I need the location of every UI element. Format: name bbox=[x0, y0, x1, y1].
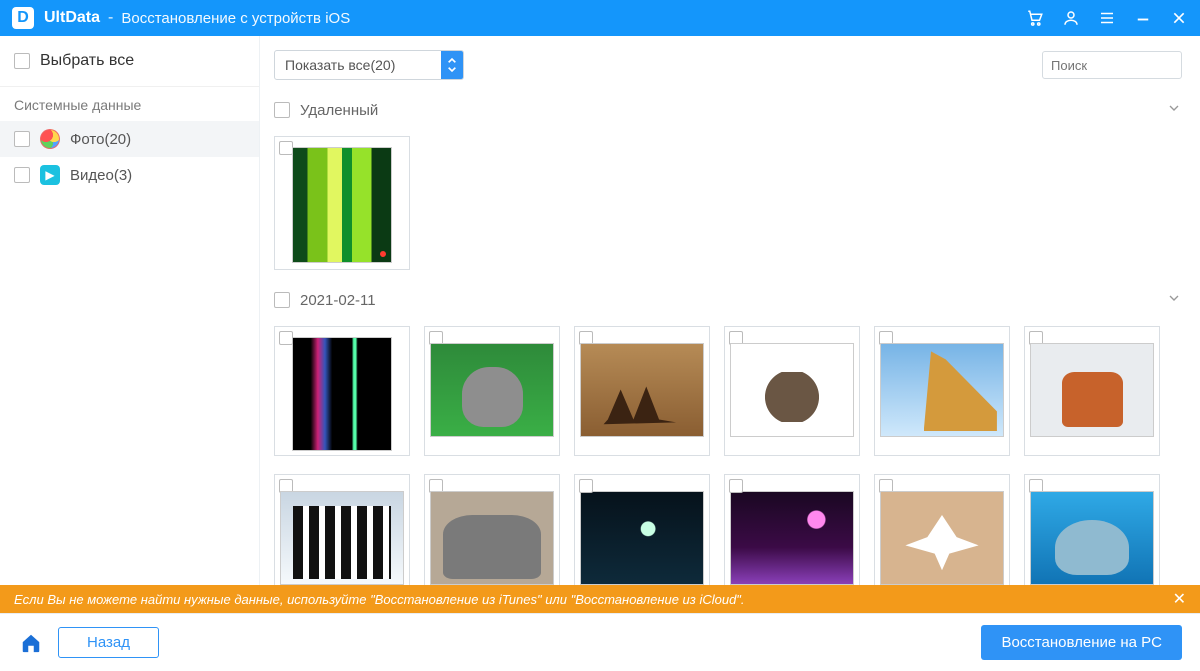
photo-thumb[interactable] bbox=[1024, 326, 1160, 456]
thumb-image bbox=[430, 343, 554, 437]
thumb-image bbox=[292, 147, 392, 263]
sidebar-category-header: Системные данные bbox=[0, 87, 259, 121]
photo-thumb[interactable] bbox=[574, 326, 710, 456]
footer: Назад Восстановление на PC bbox=[0, 613, 1200, 671]
thumb-checkbox[interactable] bbox=[279, 331, 293, 345]
sidebar-item-video[interactable]: ▶ Видео(3) bbox=[0, 157, 259, 193]
photo-thumb[interactable] bbox=[274, 474, 410, 585]
thumb-image bbox=[292, 337, 392, 451]
section-date: 2021-02-11 bbox=[274, 286, 1182, 585]
thumb-checkbox[interactable] bbox=[579, 479, 593, 493]
search-input[interactable] bbox=[1051, 58, 1200, 73]
section-title: 2021-02-11 bbox=[300, 292, 376, 309]
title-separator: - bbox=[108, 9, 113, 27]
toolbar: Показать все(20) bbox=[274, 50, 1182, 80]
photo-thumb[interactable] bbox=[1024, 474, 1160, 585]
select-all-checkbox[interactable] bbox=[14, 53, 30, 69]
thumb-image bbox=[430, 491, 554, 585]
dropdown-toggle-icon[interactable] bbox=[441, 51, 463, 79]
minimize-icon[interactable] bbox=[1134, 9, 1152, 27]
titlebar: D UltData - Восстановление с устройств i… bbox=[0, 0, 1200, 36]
section-title: Удаленный bbox=[300, 102, 378, 119]
select-all-label: Выбрать все bbox=[40, 52, 134, 70]
photo-thumb[interactable] bbox=[874, 474, 1010, 585]
sidebar-item-photo[interactable]: Фото(20) bbox=[0, 121, 259, 157]
sidebar-item-checkbox[interactable] bbox=[14, 167, 30, 183]
filter-label: Показать все(20) bbox=[285, 57, 395, 73]
thumb-image bbox=[1030, 343, 1154, 437]
app-logo: D bbox=[12, 7, 34, 29]
section-deleted: Удаленный bbox=[274, 96, 1182, 270]
thumb-image bbox=[730, 343, 854, 437]
section-checkbox[interactable] bbox=[274, 292, 290, 308]
notice-text: Если Вы не можете найти нужные данные, и… bbox=[14, 592, 745, 607]
thumb-image bbox=[580, 343, 704, 437]
photo-icon bbox=[40, 129, 60, 149]
app-subtitle: Восстановление с устройств iOS bbox=[121, 10, 350, 27]
thumb-image bbox=[880, 343, 1004, 437]
chevron-down-icon[interactable] bbox=[1166, 290, 1182, 310]
home-icon[interactable] bbox=[18, 630, 44, 656]
user-icon[interactable] bbox=[1062, 9, 1080, 27]
app-name: UltData bbox=[44, 9, 100, 27]
notice-bar: Если Вы не можете найти нужные данные, и… bbox=[0, 585, 1200, 613]
notice-close-icon[interactable]: ✕ bbox=[1173, 589, 1186, 609]
thumb-image bbox=[1030, 491, 1154, 585]
search-box[interactable] bbox=[1042, 51, 1182, 79]
thumb-checkbox[interactable] bbox=[279, 141, 293, 155]
photo-thumb[interactable] bbox=[424, 474, 560, 585]
chevron-down-icon[interactable] bbox=[1166, 100, 1182, 120]
video-icon: ▶ bbox=[40, 165, 60, 185]
close-icon[interactable] bbox=[1170, 9, 1188, 27]
sidebar-item-checkbox[interactable] bbox=[14, 131, 30, 147]
thumb-image bbox=[280, 491, 404, 585]
photo-thumb[interactable] bbox=[424, 326, 560, 456]
photo-thumb[interactable] bbox=[274, 326, 410, 456]
select-all-row[interactable]: Выбрать все bbox=[0, 36, 259, 87]
sidebar-item-label: Видео(3) bbox=[70, 167, 132, 184]
section-header[interactable]: Удаленный bbox=[274, 96, 1182, 128]
photo-thumb[interactable] bbox=[574, 474, 710, 585]
sidebar: Выбрать все Системные данные Фото(20) ▶ … bbox=[0, 36, 260, 585]
main-area: Показать все(20) Удаленный bbox=[260, 36, 1200, 585]
thumb-image bbox=[580, 491, 704, 585]
thumb-checkbox[interactable] bbox=[729, 479, 743, 493]
back-button[interactable]: Назад bbox=[58, 627, 159, 658]
menu-icon[interactable] bbox=[1098, 9, 1116, 27]
thumb-image bbox=[880, 491, 1004, 585]
recover-to-pc-button[interactable]: Восстановление на PC bbox=[981, 625, 1182, 660]
filter-select[interactable]: Показать все(20) bbox=[274, 50, 464, 80]
thumb-image bbox=[730, 491, 854, 585]
cart-icon[interactable] bbox=[1026, 9, 1044, 27]
photo-thumb[interactable] bbox=[724, 474, 860, 585]
section-header[interactable]: 2021-02-11 bbox=[274, 286, 1182, 318]
sidebar-item-label: Фото(20) bbox=[70, 131, 131, 148]
photo-thumb[interactable] bbox=[874, 326, 1010, 456]
photo-thumb[interactable] bbox=[724, 326, 860, 456]
photo-thumb[interactable] bbox=[274, 136, 410, 270]
section-checkbox[interactable] bbox=[274, 102, 290, 118]
